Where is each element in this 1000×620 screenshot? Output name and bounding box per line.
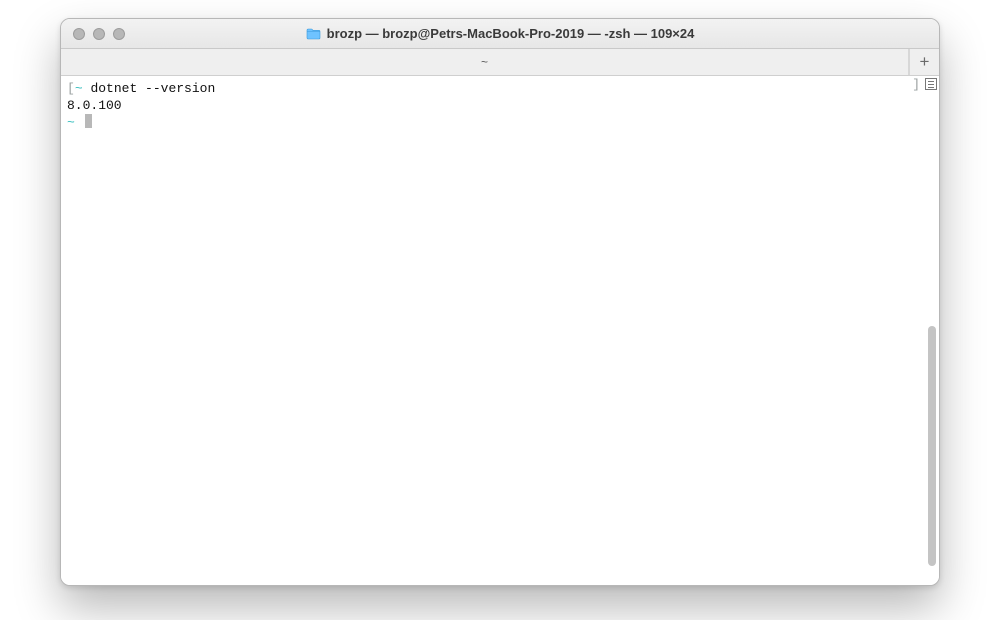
window-title: brozp — brozp@Petrs-MacBook-Pro-2019 — -… (61, 19, 939, 48)
scrollbar-thumb[interactable] (928, 326, 936, 566)
prompt-close-bracket: ] (912, 76, 920, 93)
cursor-block (85, 114, 92, 128)
tab-current[interactable]: ~ (61, 49, 909, 75)
close-window-button[interactable] (73, 28, 85, 40)
terminal-body: [~ dotnet --version8.0.100~ ] (61, 76, 939, 585)
terminal-viewport[interactable]: [~ dotnet --version8.0.100~ ] (61, 76, 921, 585)
tab-bar: ~ + (61, 49, 939, 76)
terminal-window: brozp — brozp@Petrs-MacBook-Pro-2019 — -… (60, 18, 940, 586)
folder-icon (306, 28, 321, 40)
command-output: 8.0.100 (67, 97, 915, 114)
command-text: dotnet --version (90, 81, 215, 96)
prompt-cwd: ~ (67, 115, 75, 130)
plus-icon: + (920, 52, 930, 72)
window-controls (61, 28, 125, 40)
tab-label: ~ (481, 55, 488, 69)
prompt-cwd: ~ (75, 81, 83, 96)
alternate-screen-icon[interactable] (925, 78, 937, 90)
title-bar[interactable]: brozp — brozp@Petrs-MacBook-Pro-2019 — -… (61, 19, 939, 49)
prompt-open-bracket: [ (67, 81, 75, 96)
window-title-text: brozp — brozp@Petrs-MacBook-Pro-2019 — -… (327, 26, 695, 41)
right-gutter (921, 76, 939, 585)
new-tab-button[interactable]: + (909, 49, 939, 75)
zoom-window-button[interactable] (113, 28, 125, 40)
minimize-window-button[interactable] (93, 28, 105, 40)
